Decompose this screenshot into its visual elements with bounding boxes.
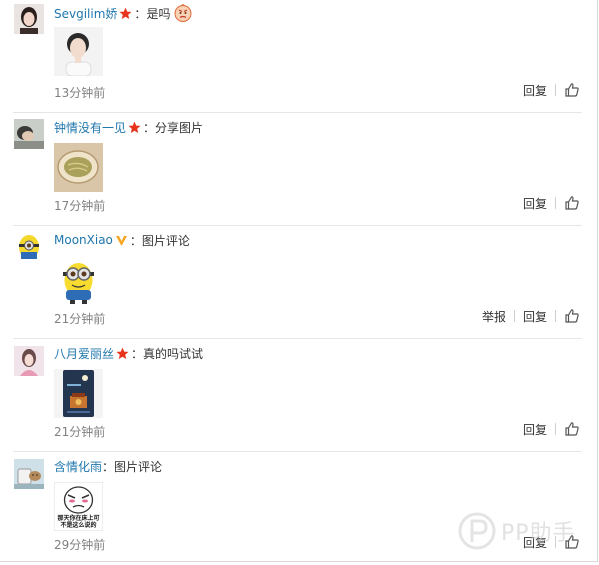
star-badge-icon[interactable] xyxy=(116,347,129,360)
action-divider xyxy=(555,310,556,322)
comment-text: 是吗 xyxy=(146,6,171,21)
avatar[interactable] xyxy=(14,346,44,376)
timestamp: 17分钟前 xyxy=(54,199,106,213)
comment-item: Sevgilim娇 ： 是吗 13分钟前 回复 xyxy=(0,0,590,113)
comment-image[interactable] xyxy=(54,369,103,418)
reply-button[interactable]: 回复 xyxy=(523,421,547,438)
reply-button[interactable]: 回复 xyxy=(523,195,547,212)
avatar[interactable] xyxy=(14,119,44,149)
avatar[interactable] xyxy=(14,232,44,262)
reply-button[interactable]: 回复 xyxy=(523,82,547,99)
separator: ： xyxy=(143,120,156,135)
comment-text: 图片评论 xyxy=(141,233,190,248)
star-badge-icon[interactable] xyxy=(119,7,132,20)
separator: ： xyxy=(131,346,144,361)
action-divider xyxy=(555,84,556,96)
comment-text: 真的吗试试 xyxy=(143,346,204,361)
comment-header: Sevgilim娇 ： 是吗 xyxy=(54,4,192,22)
comment-item: 钟情没有一见 ： 分享图片 17分钟前 回复 xyxy=(0,113,590,226)
thumbs-up-icon[interactable] xyxy=(564,195,580,211)
separator: ： xyxy=(134,6,147,21)
reply-button[interactable]: 回复 xyxy=(523,308,547,325)
avatar[interactable] xyxy=(14,4,44,34)
comment-actions: 回复 xyxy=(523,81,580,99)
action-divider xyxy=(555,423,556,435)
comment-text: 图片评论 xyxy=(114,459,163,474)
comment-image[interactable]: 那天你在床上可不是这么说的 xyxy=(54,482,103,531)
comment-header: 钟情没有一见 ： 分享图片 xyxy=(54,118,203,136)
comment-header: MoonXiao ： 图片评论 xyxy=(54,231,190,249)
comment-actions: 回复 xyxy=(523,420,580,438)
comment-list: Sevgilim娇 ： 是吗 13分钟前 回复 钟情没有一见 ： 分享图片 17… xyxy=(0,0,598,562)
comment-actions: 举报 回复 xyxy=(482,307,580,325)
username-link[interactable]: 八月爱丽丝 xyxy=(54,345,114,362)
meme-caption: 那天你在床上可不是这么说的 xyxy=(57,515,100,529)
angry-face-emoji-icon xyxy=(174,4,192,22)
separator: ： xyxy=(129,233,142,248)
timestamp: 21分钟前 xyxy=(54,312,106,326)
pp-logo-icon xyxy=(458,512,496,550)
username-link[interactable]: MoonXiao xyxy=(54,233,113,247)
watermark: PP助手 xyxy=(457,507,597,555)
verified-v-badge-icon[interactable] xyxy=(115,234,128,247)
timestamp: 13分钟前 xyxy=(54,86,106,100)
username-link[interactable]: 含情化雨 xyxy=(54,458,102,475)
star-badge-icon[interactable] xyxy=(128,121,141,134)
comment-image[interactable] xyxy=(54,27,103,76)
comment-image[interactable] xyxy=(54,143,103,192)
comment-text: 分享图片 xyxy=(155,120,204,135)
thumbs-up-icon[interactable] xyxy=(564,82,580,98)
comment-item: MoonXiao ： 图片评论 21分钟前 举报 回复 xyxy=(0,226,590,339)
thumbs-up-icon[interactable] xyxy=(564,308,580,324)
comment-image[interactable] xyxy=(54,256,103,305)
timestamp: 21分钟前 xyxy=(54,425,106,439)
timestamp: 29分钟前 xyxy=(54,538,106,552)
username-link[interactable]: Sevgilim娇 xyxy=(54,5,117,22)
thumbs-up-icon[interactable] xyxy=(564,421,580,437)
username-link[interactable]: 钟情没有一见 xyxy=(54,119,126,136)
comment-actions: 回复 xyxy=(523,194,580,212)
avatar[interactable] xyxy=(14,459,44,489)
report-button[interactable]: 举报 xyxy=(482,308,506,325)
comment-header: 八月爱丽丝 ： 真的吗试试 xyxy=(54,344,203,362)
separator: ： xyxy=(102,459,115,474)
watermark-text: PP助手 xyxy=(501,521,576,546)
action-divider xyxy=(555,197,556,209)
action-divider xyxy=(513,310,515,322)
comment-item: 八月爱丽丝 ： 真的吗试试 21分钟前 回复 xyxy=(0,339,590,452)
comment-header: 含情化雨 ： 图片评论 xyxy=(54,457,162,475)
